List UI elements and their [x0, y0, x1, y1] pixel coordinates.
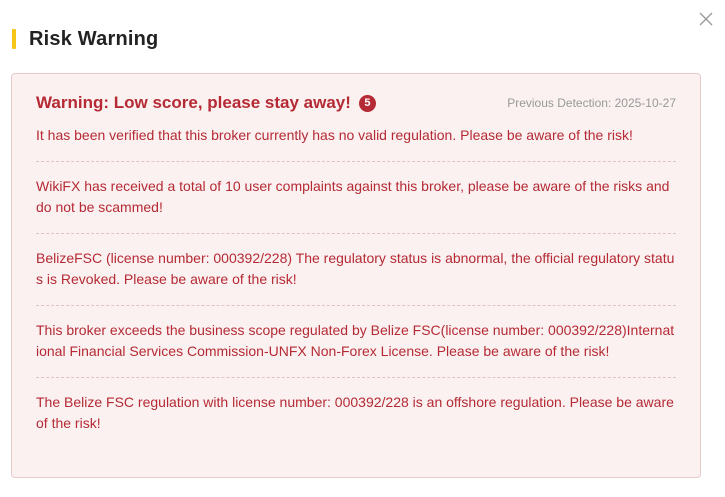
- dialog-title: Risk Warning: [29, 27, 159, 50]
- close-button[interactable]: [697, 10, 715, 28]
- close-icon: [699, 12, 713, 26]
- detection-date: 2025-10-27: [614, 96, 676, 110]
- risk-warning-card: Warning: Low score, please stay away! 5 P…: [11, 73, 701, 478]
- warning-list: It has been verified that this broker cu…: [36, 125, 676, 449]
- dialog-header: Risk Warning: [12, 28, 158, 50]
- detection-label: Previous Detection:: [507, 96, 612, 110]
- warning-header: Warning: Low score, please stay away! 5 P…: [36, 74, 676, 132]
- warning-title-row: Warning: Low score, please stay away! 5: [36, 93, 376, 113]
- warning-item: This broker exceeds the business scope r…: [36, 304, 676, 377]
- warning-item: BelizeFSC (license number: 000392/228) T…: [36, 232, 676, 305]
- previous-detection: Previous Detection: 2025-10-27: [507, 96, 676, 110]
- header-accent-bar: [12, 29, 16, 49]
- warning-item: WikiFX has received a total of 10 user c…: [36, 160, 676, 233]
- warning-count-badge: 5: [358, 95, 376, 112]
- warning-title: Warning: Low score, please stay away!: [36, 93, 351, 112]
- warning-item: The Belize FSC regulation with license n…: [36, 376, 676, 449]
